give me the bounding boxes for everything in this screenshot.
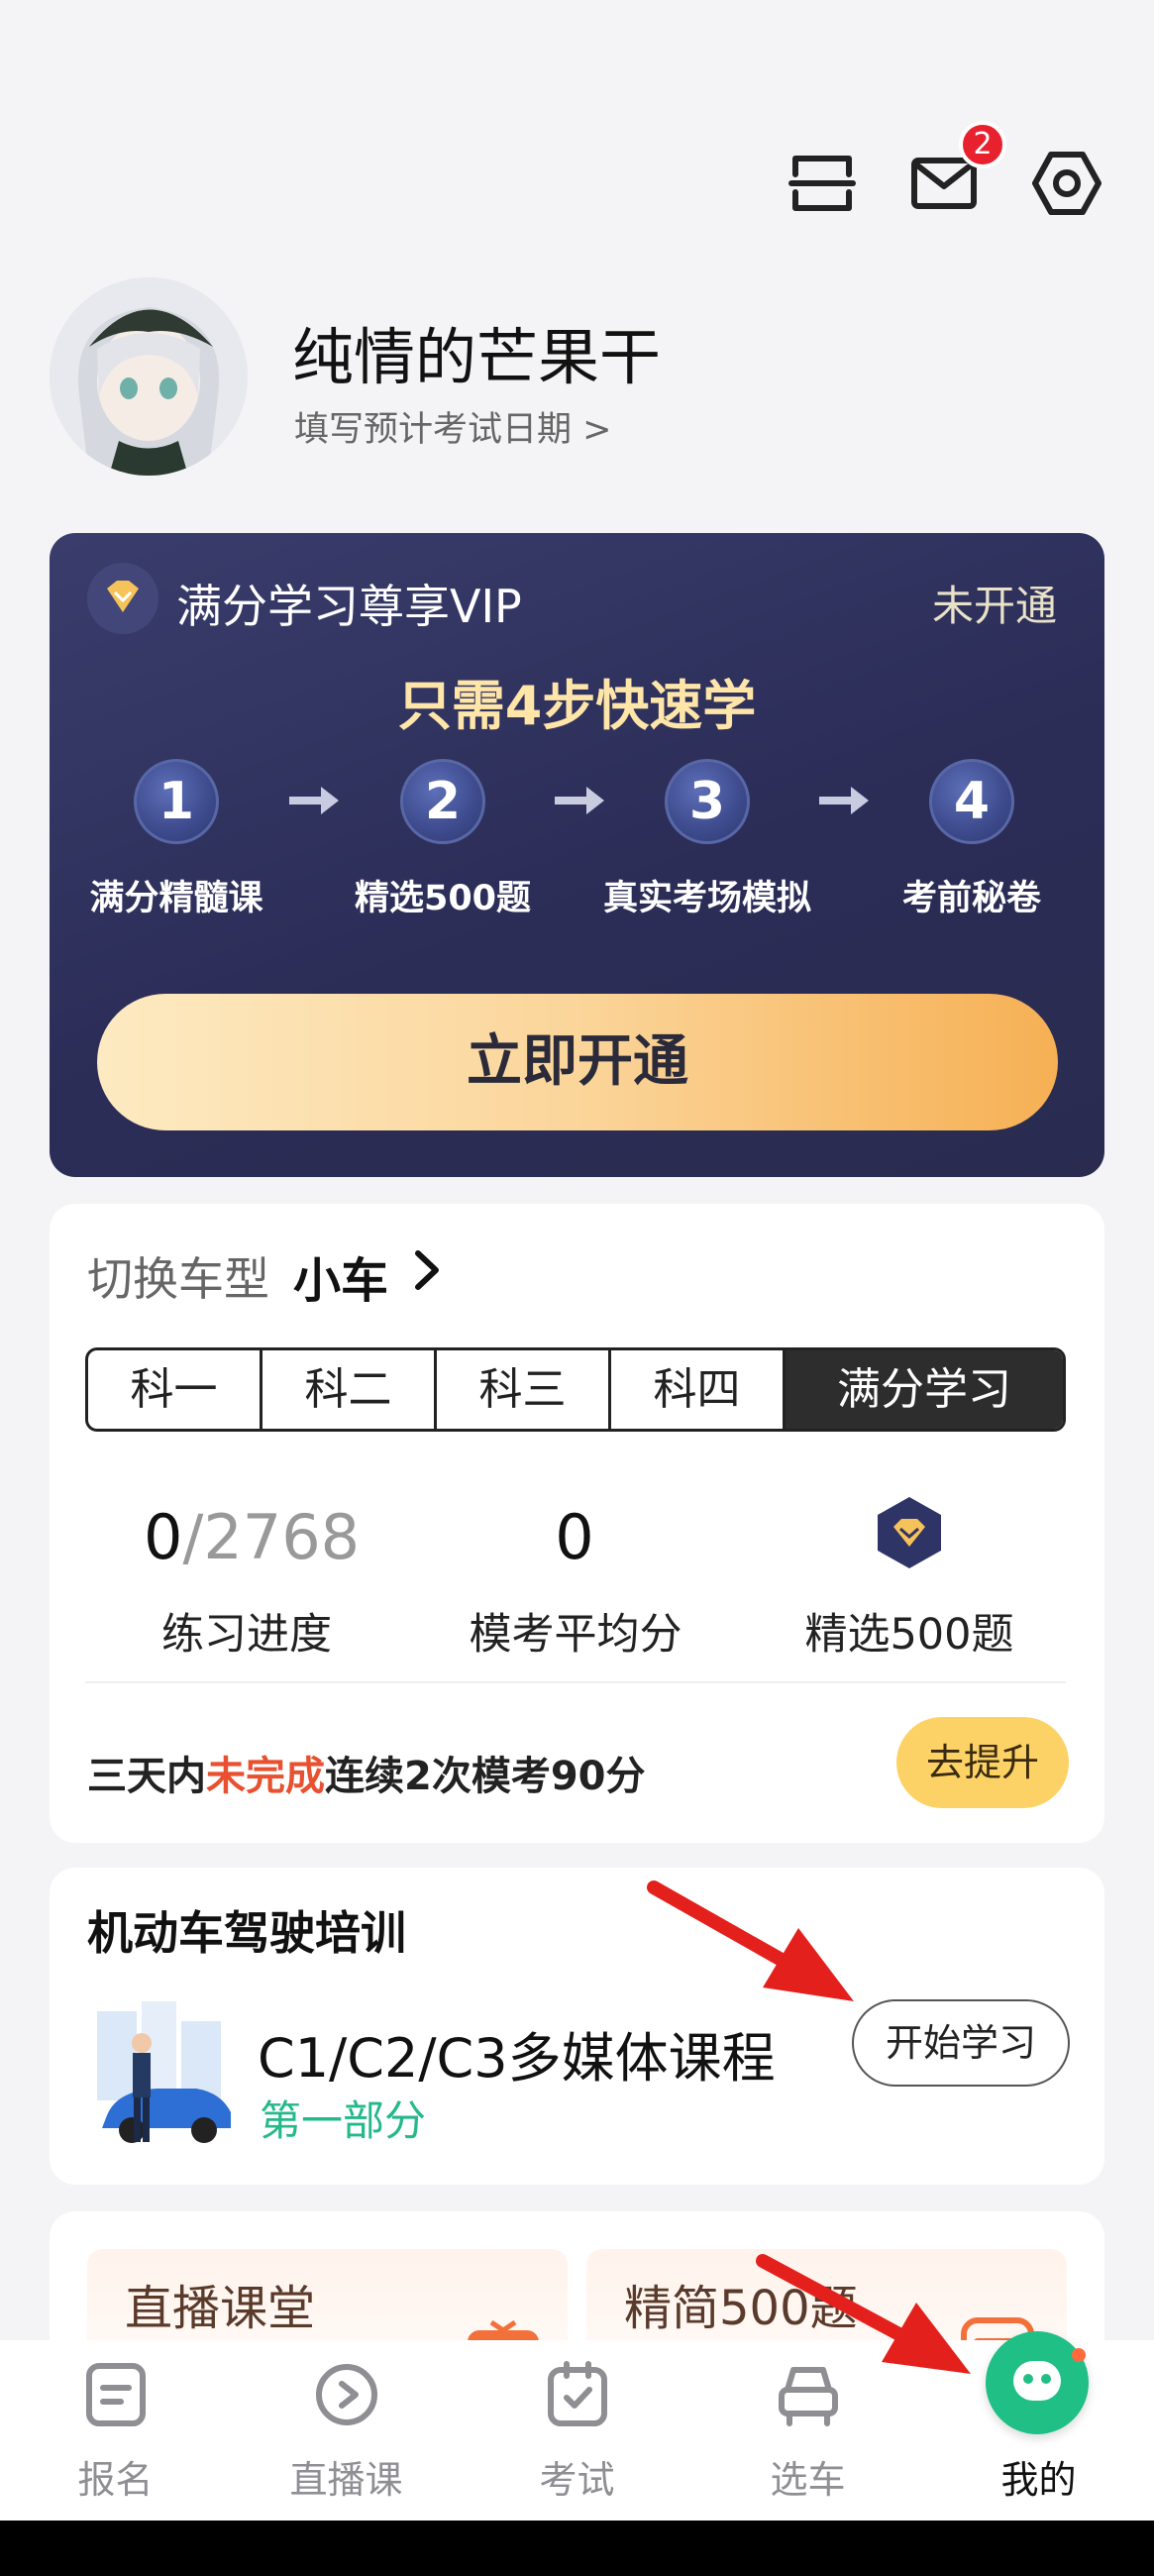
tab-car[interactable]: 选车 — [692, 2340, 923, 2521]
progress-done: 0 — [144, 1501, 183, 1573]
arrow-right-icon — [289, 787, 339, 814]
tab-exam-label: 考试 — [539, 2458, 615, 2502]
scan-icon[interactable] — [787, 149, 857, 218]
mock-avg-label: 模考平均分 — [469, 1610, 682, 1660]
practice-progress-label: 练习进度 — [161, 1610, 332, 1660]
training-card: 机动车驾驶培训 C1/C2/C3多媒体课程 第一部分 开始学习 — [50, 1868, 1104, 2185]
car-icon — [779, 2367, 838, 2426]
tab-subject-4[interactable]: 科四 — [611, 1350, 786, 1429]
chevron-right-icon[interactable] — [408, 1245, 448, 1295]
tab-car-label: 选车 — [770, 2458, 846, 2502]
tab-exam[interactable]: 考试 — [462, 2340, 692, 2521]
switch-vehicle-label[interactable]: 切换车型 — [87, 1243, 269, 1309]
bottom-tab-bar: 报名 直播课 考试 选车 我的 — [0, 2340, 1154, 2521]
mock-avg-value[interactable]: 0 — [475, 1501, 674, 1573]
selected-diamond-icon[interactable] — [870, 1493, 949, 1572]
tab-full-score[interactable]: 满分学习 — [786, 1350, 1063, 1429]
step-2-circle: 2 — [400, 759, 485, 844]
course-title[interactable]: C1/C2/C3多媒体课程 — [258, 2014, 776, 2093]
vip-card: 满分学习尊享VIP 未开通 只需4步快速学 1 2 3 4 满分精髓课 精选50… — [50, 533, 1104, 1177]
step-3-label: 真实考场模拟 — [602, 879, 811, 918]
selected-500-label: 精选500题 — [804, 1610, 1014, 1660]
signup-icon — [86, 2363, 146, 2426]
start-learning-button[interactable]: 开始学习 — [852, 1999, 1070, 2087]
course-thumbnail[interactable] — [87, 2001, 236, 2150]
tab-subject-2[interactable]: 科二 — [262, 1350, 437, 1429]
vip-status: 未开通 — [931, 582, 1057, 630]
step-2-label: 精选500题 — [354, 879, 532, 918]
improve-button[interactable]: 去提升 — [896, 1717, 1069, 1808]
tab-subject-3[interactable]: 科三 — [437, 1350, 611, 1429]
challenge-post: 连续2次模考90分 — [325, 1754, 646, 1799]
username: 纯情的芒果干 — [292, 321, 662, 393]
practice-progress-value[interactable]: 0/2768 — [144, 1501, 360, 1573]
subject-tabs: 科一 科二 科三 科四 满分学习 — [85, 1347, 1066, 1432]
step-4-label: 考前秘卷 — [901, 879, 1041, 918]
tab-live-label: 直播课 — [289, 2458, 403, 2502]
activate-vip-button[interactable]: 立即开通 — [97, 994, 1058, 1130]
system-nav-bar — [0, 2521, 1154, 2576]
vehicle-type[interactable]: 小车 — [293, 1241, 388, 1311]
arrow-right-icon — [555, 787, 604, 814]
challenge-pre: 三天内 — [87, 1754, 206, 1799]
step-1-label: 满分精髓课 — [89, 879, 263, 918]
exam-icon — [548, 2361, 607, 2426]
vip-title: 满分学习尊享VIP — [176, 580, 522, 633]
challenge-status: 未完成 — [206, 1754, 325, 1799]
tab-signup[interactable]: 报名 — [0, 2340, 231, 2521]
notification-dot — [1072, 2348, 1086, 2362]
vip-steps-title: 只需4步快速学 — [397, 675, 757, 737]
avatar[interactable] — [50, 277, 248, 476]
step-1-circle: 1 — [134, 759, 219, 844]
tab-live[interactable]: 直播课 — [231, 2340, 462, 2521]
step-3-circle: 3 — [665, 759, 750, 844]
arrow-right-icon — [819, 787, 869, 814]
live-icon — [316, 2364, 377, 2425]
course-part: 第一部分 — [260, 2096, 427, 2145]
tab-signup-label: 报名 — [77, 2458, 154, 2502]
tab-mine-label: 我的 — [1000, 2458, 1077, 2502]
mine-icon[interactable] — [986, 2331, 1089, 2434]
settings-icon[interactable] — [1032, 149, 1102, 218]
mail-badge: 2 — [959, 121, 1006, 168]
training-title: 机动车驾驶培训 — [87, 1906, 406, 1960]
vip-diamond-icon — [87, 563, 158, 634]
study-card: 切换车型 小车 科一 科二 科三 科四 满分学习 0/2768 练习进度 0 模… — [50, 1204, 1104, 1843]
exam-date-link[interactable]: 填写预计考试日期 > — [294, 401, 611, 452]
divider — [85, 1681, 1066, 1683]
live-class-title: 直播课堂 — [125, 2281, 316, 2336]
progress-total: /2768 — [182, 1501, 361, 1573]
tab-subject-1[interactable]: 科一 — [88, 1350, 262, 1429]
simple-500-title: 精简500题 — [624, 2281, 858, 2336]
step-4-circle: 4 — [929, 759, 1014, 844]
challenge-text: 三天内未完成连续2次模考90分 — [87, 1744, 646, 1801]
